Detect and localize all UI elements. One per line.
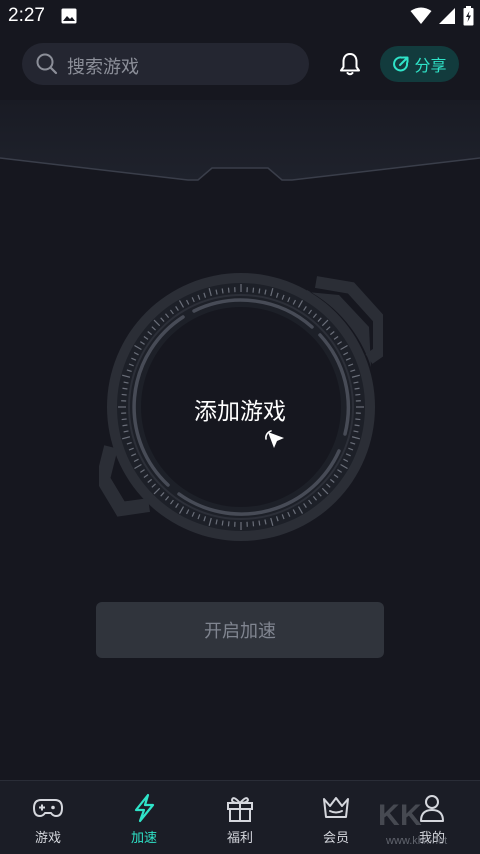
status-bar: 2:27: [0, 0, 480, 34]
share-icon: [392, 55, 410, 73]
watermark-url: www.kkx.net: [386, 835, 447, 847]
pointer-icon: [262, 428, 288, 454]
battery-icon: [463, 6, 474, 26]
crown-icon: [320, 793, 352, 823]
nav-item-games[interactable]: 游戏: [0, 781, 96, 854]
share-button[interactable]: 分享: [380, 46, 459, 82]
start-acceleration-button[interactable]: 开启加速: [96, 602, 384, 658]
nav-label-accelerate: 加速: [96, 827, 192, 846]
signal-icon: [439, 7, 456, 25]
start-acceleration-label: 开启加速: [204, 617, 276, 643]
add-game-label: 添加游戏: [0, 392, 480, 426]
dial-tick: [222, 288, 223, 293]
search-icon: [36, 53, 58, 75]
dial-tick: [253, 288, 254, 293]
nav-item-membership[interactable]: 会员: [288, 781, 384, 854]
wifi-icon: [410, 7, 432, 25]
dial-tick: [222, 521, 223, 526]
dial-tick: [228, 288, 229, 293]
gamepad-icon: [32, 793, 64, 823]
header-panel-shape: [0, 100, 480, 190]
search-placeholder: 搜索游戏: [67, 53, 139, 79]
status-time: 2:27: [8, 5, 45, 27]
watermark-logo: K K www.kkx.net: [376, 799, 476, 851]
image-notification-icon: [61, 8, 77, 24]
nav-label-benefits: 福利: [192, 827, 288, 846]
nav-item-accelerate[interactable]: 加速: [96, 781, 192, 854]
dial-tick: [259, 521, 260, 526]
dial-tick: [355, 388, 360, 389]
notification-bell-icon[interactable]: [337, 51, 363, 77]
lightning-icon: [128, 793, 160, 823]
search-input[interactable]: 搜索游戏: [22, 43, 309, 85]
dial-tick: [259, 288, 260, 293]
share-label: 分享: [414, 52, 446, 76]
nav-item-benefits[interactable]: 福利: [192, 781, 288, 854]
dial-tick: [253, 521, 254, 526]
gift-icon: [224, 793, 256, 823]
dial-tick: [228, 521, 229, 526]
nav-label-games: 游戏: [0, 827, 96, 846]
nav-label-membership: 会员: [288, 827, 384, 846]
dial-tick: [122, 388, 127, 389]
